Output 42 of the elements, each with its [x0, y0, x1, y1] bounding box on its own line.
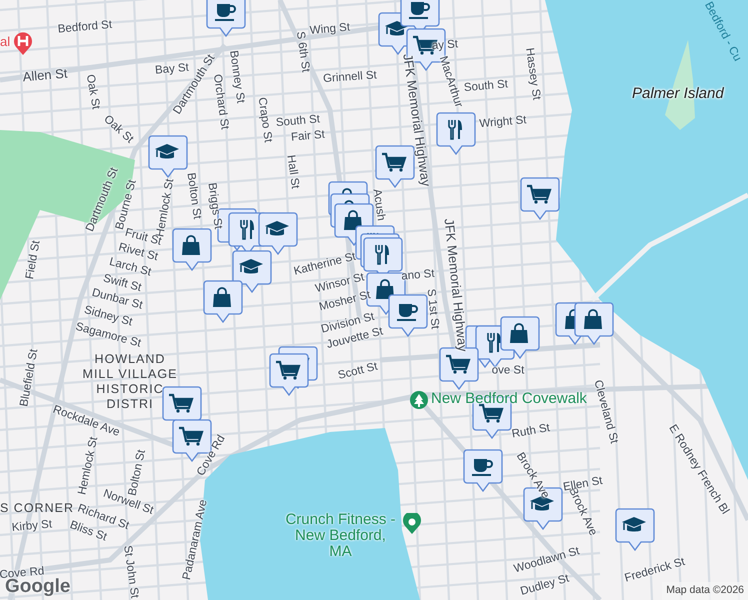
- district-label: MILL VILLAGE: [82, 367, 178, 382]
- street-label: Allen St: [22, 66, 68, 84]
- street-label: Bluefield St: [19, 348, 41, 408]
- street-label: South St: [464, 79, 508, 95]
- street-label: Kirby St: [11, 520, 53, 534]
- street-label: JFK Memorial Highway: [401, 52, 433, 188]
- street-label: Hall St: [284, 154, 300, 190]
- street-label: Fair St: [290, 130, 326, 144]
- street-label: South St: [276, 114, 320, 130]
- island-label: Palmer Island: [632, 86, 724, 101]
- street-label: Wing St: [309, 22, 351, 38]
- street-label: Bonney St: [227, 50, 246, 104]
- street-label: JFK Memorial Highway: [442, 218, 470, 352]
- street-label: Orchard St: [210, 74, 230, 130]
- street-label: Hassey St: [522, 47, 542, 101]
- street-label: Bolton St: [184, 172, 202, 220]
- street-label: ay St: [432, 39, 458, 53]
- street-label: Briggs St: [205, 182, 223, 230]
- street-label: Mosher St: [318, 290, 372, 314]
- district-label: HISTORIC: [96, 382, 164, 397]
- street-label: Hemlock St: [77, 436, 101, 496]
- street-label: S 6th St: [293, 30, 311, 74]
- street-label: S 1st St: [424, 288, 440, 330]
- street-label: Oak St: [101, 114, 135, 146]
- street-label: Dudley St: [519, 574, 571, 598]
- street-label: Bedford St: [57, 20, 113, 36]
- street-label: ano St: [400, 268, 436, 284]
- street-label: Wright St: [479, 115, 527, 131]
- street-label: ove St: [492, 365, 524, 377]
- district-label: HOWLAND: [94, 352, 166, 367]
- district-label: DISTRI: [106, 397, 154, 412]
- street-label: Crapo St: [255, 96, 273, 144]
- street-label: Oak St: [83, 74, 101, 110]
- street-label: Grinnell St: [322, 70, 378, 86]
- street-label: Ruth St: [511, 423, 551, 441]
- neighborhood-label: S CORNER: [0, 501, 74, 516]
- map-logo: Google: [5, 577, 70, 596]
- street-label: St John St: [120, 544, 140, 600]
- street-label: Scott St: [337, 362, 379, 382]
- street-label: Acush: [370, 188, 386, 222]
- street-label: Field St: [24, 240, 44, 280]
- hospital-label: al: [0, 35, 10, 48]
